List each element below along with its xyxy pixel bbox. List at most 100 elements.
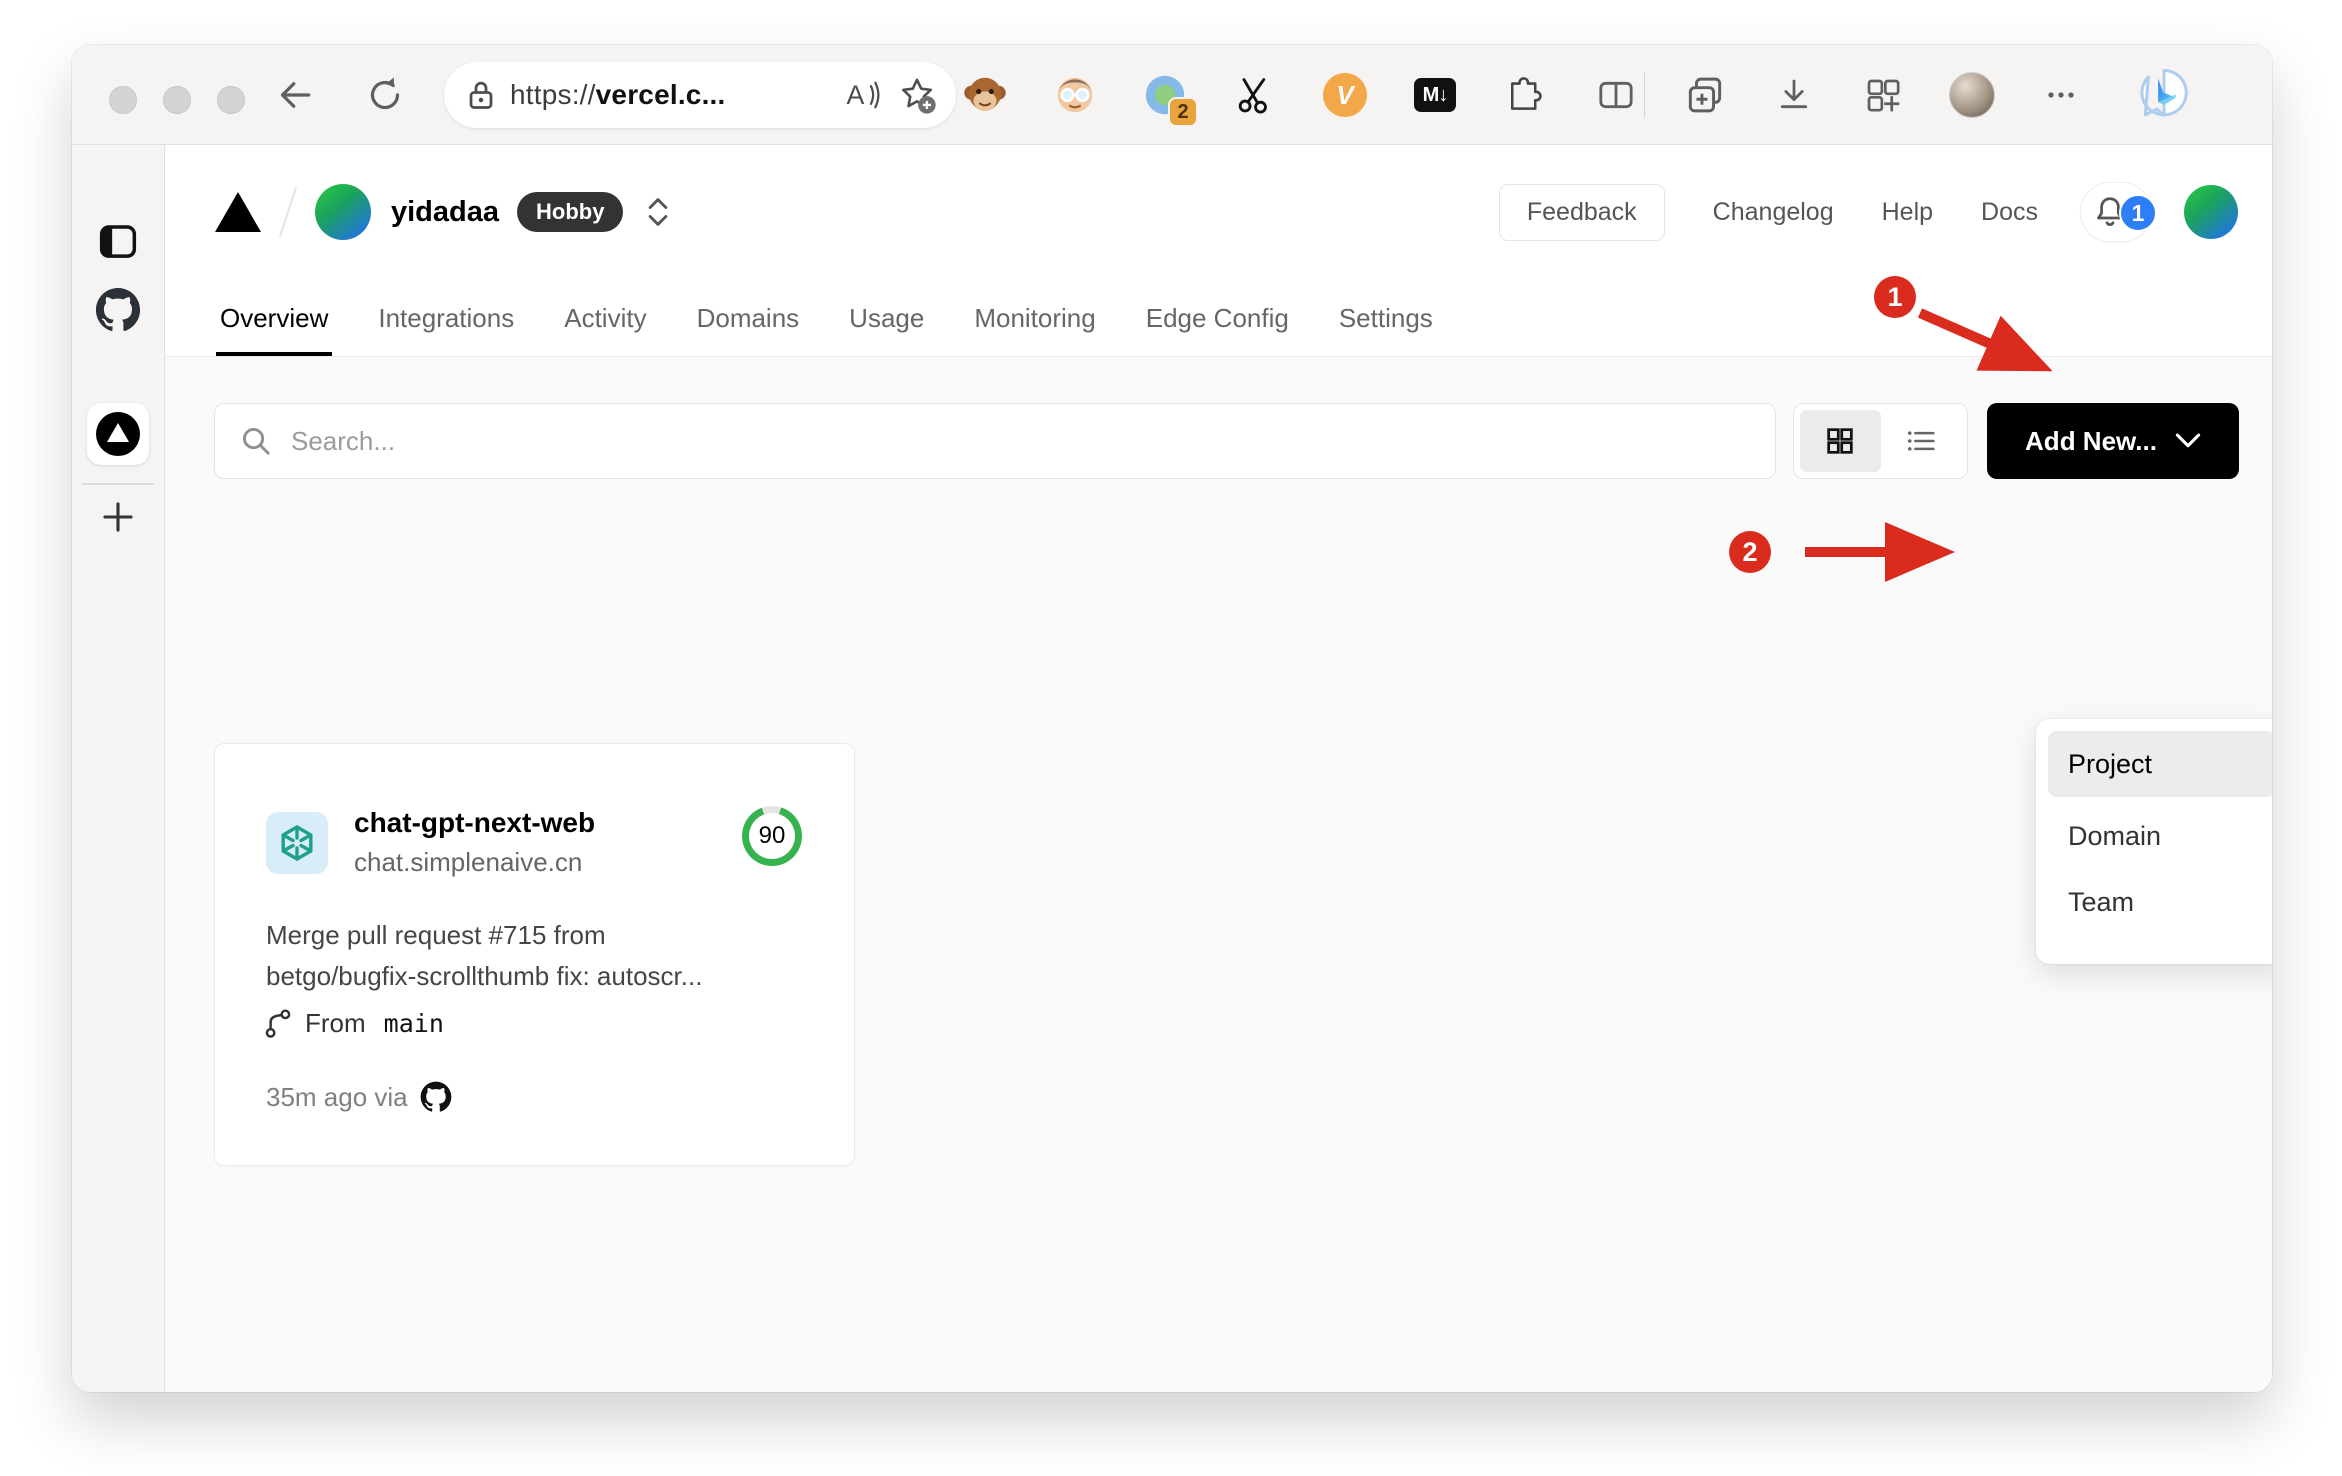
- extension-screenshot[interactable]: [1210, 45, 1300, 145]
- apps-grid-icon: [1867, 79, 1900, 112]
- bing-chat-button[interactable]: [2136, 67, 2192, 123]
- settings-more-button[interactable]: [2016, 45, 2105, 145]
- chevron-up-down-icon: [649, 198, 668, 226]
- extension-tab-manager[interactable]: 2: [1120, 45, 1210, 145]
- tab-monitoring[interactable]: Monitoring: [974, 303, 1095, 356]
- dropdown-item-team[interactable]: Team: [2048, 869, 2272, 935]
- team-name[interactable]: yidadaa: [391, 196, 499, 229]
- back-arrow-icon: [280, 82, 311, 108]
- chevron-down-icon: [2175, 433, 2201, 448]
- team-switcher-button[interactable]: [639, 188, 677, 236]
- search-icon: [243, 428, 270, 455]
- extension-avatar-face[interactable]: [1030, 45, 1120, 145]
- search-input[interactable]: [291, 425, 1751, 457]
- nav-help[interactable]: Help: [1882, 198, 1933, 227]
- openai-logo-icon: [281, 824, 313, 861]
- feedback-button[interactable]: Feedback: [1498, 183, 1665, 241]
- lock-icon: [469, 81, 493, 109]
- tab-usage[interactable]: Usage: [849, 303, 924, 356]
- list-view-icon: [1907, 431, 1935, 451]
- close-window-button[interactable]: [109, 86, 137, 114]
- downloads-button[interactable]: [1749, 45, 1838, 145]
- add-favorite-icon[interactable]: [896, 74, 938, 116]
- sidebar-tab-vercel-active[interactable]: [87, 403, 149, 465]
- new-tab-button[interactable]: [99, 498, 137, 536]
- grid-view-button[interactable]: [1800, 410, 1881, 472]
- tab-count-badge: 2: [1168, 97, 1198, 127]
- minimize-window-button[interactable]: [163, 86, 191, 114]
- breadcrumb-slash: [279, 186, 297, 238]
- github-icon: [95, 287, 141, 331]
- collections-button[interactable]: [1660, 45, 1749, 145]
- team-avatar[interactable]: [315, 184, 371, 240]
- vercel-favicon: [96, 412, 140, 456]
- collections-icon: [1688, 77, 1721, 113]
- lighthouse-score-ring[interactable]: 90: [742, 806, 802, 866]
- project-card[interactable]: chat-gpt-next-web chat.simplenaive.cn 90…: [214, 743, 855, 1166]
- tab-settings[interactable]: Settings: [1339, 303, 1433, 356]
- extension-markdown[interactable]: M↓: [1390, 45, 1480, 145]
- latest-commit-message: Merge pull request #715 from betgo/bugfi…: [266, 920, 703, 991]
- zoom-window-button[interactable]: [217, 86, 245, 114]
- url-text: https://vercel.c...: [510, 79, 726, 110]
- puzzle-icon: [1510, 77, 1542, 110]
- back-button[interactable]: [267, 67, 323, 123]
- tab-domains[interactable]: Domains: [697, 303, 800, 356]
- toggle-vertical-tabs-button[interactable]: [97, 221, 139, 261]
- branch-row: From main: [263, 1007, 444, 1039]
- extension-icons: 2 V M↓: [940, 45, 1570, 145]
- browser-sidebar: [72, 145, 165, 1392]
- nav-docs[interactable]: Docs: [1981, 198, 2038, 227]
- dropdown-item-project[interactable]: Project: [2048, 731, 2272, 797]
- read-aloud-icon[interactable]: A: [842, 77, 882, 113]
- download-icon: [1780, 79, 1807, 109]
- browser-profile-avatar: [1948, 72, 1995, 118]
- project-name[interactable]: chat-gpt-next-web: [354, 807, 595, 839]
- extensions-menu[interactable]: [1480, 45, 1570, 145]
- branch-name: main: [383, 1008, 444, 1038]
- annotation-step-1: 1: [1874, 276, 1916, 318]
- extension-v[interactable]: V: [1300, 45, 1390, 145]
- notification-count-badge: 1: [2119, 194, 2157, 232]
- add-new-button[interactable]: Add New...: [1987, 403, 2239, 479]
- dropdown-item-domain[interactable]: Domain: [2048, 803, 2272, 869]
- github-source-icon: [420, 1081, 451, 1112]
- list-view-button[interactable]: [1881, 410, 1962, 472]
- vercel-logo[interactable]: [215, 192, 261, 232]
- user-avatar[interactable]: [2184, 185, 2238, 239]
- monkey-icon: [964, 77, 1006, 112]
- deployment-time: 35m ago via: [266, 1081, 408, 1112]
- notifications-button[interactable]: 1: [2080, 182, 2157, 242]
- face-with-glasses-icon: [1057, 77, 1093, 113]
- project-search[interactable]: [214, 403, 1776, 479]
- window-controls: [109, 86, 245, 114]
- browser-profile-button[interactable]: [1927, 45, 2016, 145]
- add-new-dropdown: Project Domain Team: [2036, 719, 2272, 964]
- tab-integrations[interactable]: Integrations: [378, 303, 514, 356]
- sidebar-tab-github[interactable]: [95, 287, 141, 333]
- grid-view-icon: [1827, 428, 1853, 454]
- tab-activity[interactable]: Activity: [564, 303, 646, 356]
- plan-badge: Hobby: [517, 192, 624, 232]
- svg-text:A: A: [846, 80, 864, 110]
- active-tab-frame: [87, 403, 149, 465]
- markdown-download-icon: M↓: [1414, 78, 1456, 112]
- vercel-dashboard: yidadaa Hobby Feedback Changelog Help Do…: [165, 145, 2272, 1392]
- extension-monkey[interactable]: [940, 45, 1030, 145]
- apps-button[interactable]: [1838, 45, 1927, 145]
- tab-overview[interactable]: Overview: [215, 303, 333, 356]
- refresh-button[interactable]: [357, 67, 413, 123]
- desktop: https://vercel.c... A 2 V M↓ yidadaa Hob…: [0, 0, 2342, 1476]
- refresh-icon: [370, 77, 400, 110]
- plus-icon: [103, 502, 133, 532]
- nav-changelog[interactable]: Changelog: [1713, 198, 1834, 227]
- browser-actions: [1571, 45, 2105, 145]
- split-screen-button[interactable]: [1571, 45, 1660, 145]
- git-branch-icon: [265, 1009, 291, 1038]
- sidebar-divider: [82, 483, 154, 485]
- address-bar[interactable]: https://vercel.c... A: [444, 62, 956, 128]
- tab-edge-config[interactable]: Edge Config: [1146, 303, 1289, 356]
- ellipsis-icon: [2047, 92, 2074, 98]
- lighthouse-score-value: 90: [749, 813, 795, 859]
- project-domain[interactable]: chat.simplenaive.cn: [354, 847, 595, 878]
